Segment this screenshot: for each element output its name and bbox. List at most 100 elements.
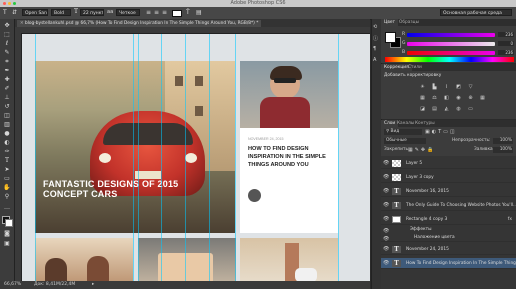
visibility-eye-icon[interactable]: 👁	[383, 217, 389, 222]
channel-mixer-icon[interactable]: ⊕	[467, 95, 474, 101]
vibrance-icon[interactable]: ▽	[467, 84, 474, 90]
exposure-icon[interactable]: ◩	[455, 84, 462, 90]
brush-tool-icon[interactable]: ✐	[3, 86, 11, 92]
eraser-tool-icon[interactable]: ◫	[3, 113, 11, 119]
zoom-level[interactable]: 66,67%	[4, 281, 21, 289]
document-canvas[interactable]: FANTASTIC DESIGNS OF 2015 CONCEPT CARS N…	[22, 34, 370, 281]
layer-filter-icons[interactable]: ▣◐T▭◫	[425, 129, 457, 135]
card-flowers[interactable]	[138, 238, 236, 281]
layer-row[interactable]: 👁 Layer 5	[381, 158, 516, 169]
visibility-eye-icon[interactable]: 👁	[383, 247, 389, 252]
tab-paths[interactable]: Контуры	[412, 120, 438, 127]
type-tool-icon[interactable]: T	[3, 9, 7, 16]
workspace-select[interactable]: Основная рабочая среда	[440, 9, 512, 16]
visibility-eye-icon[interactable]: 👁	[383, 203, 389, 208]
guide-line[interactable]	[138, 34, 139, 281]
guide-line[interactable]	[235, 34, 236, 281]
guide-line[interactable]	[133, 34, 134, 281]
blend-mode-select[interactable]: Обычные	[384, 138, 426, 144]
pen-tool-icon[interactable]: ✑	[3, 149, 11, 155]
card-concept-cars[interactable]: FANTASTIC DESIGNS OF 2015 CONCEPT CARS	[35, 61, 235, 233]
green-slider[interactable]	[407, 42, 495, 46]
visibility-eye-icon[interactable]: 👁	[383, 237, 389, 242]
visibility-eye-icon[interactable]: 👁	[383, 175, 389, 180]
history-panel-icon[interactable]: ⟲	[373, 24, 377, 30]
card-town[interactable]	[240, 238, 338, 281]
green-value-field[interactable]: 0	[498, 41, 514, 46]
fx-icon[interactable]: fx	[508, 217, 512, 222]
align-right-icon[interactable]: ≡	[162, 9, 167, 16]
invert-icon[interactable]: ◪	[419, 106, 426, 112]
layer-row[interactable]: 👁 T November 24, 2015	[381, 244, 516, 255]
guide-line[interactable]	[185, 34, 186, 281]
eyedropper-tool-icon[interactable]: ✒	[3, 68, 11, 74]
color-spectrum-bar[interactable]	[385, 57, 514, 62]
paragraph-panel-icon[interactable]: ¶	[373, 46, 376, 52]
threshold-icon[interactable]: ◭	[443, 106, 450, 112]
gradient-tool-icon[interactable]: ▥	[3, 122, 11, 128]
black-white-icon[interactable]: ◧	[443, 95, 450, 101]
card-article[interactable]: NOVEMBER 24, 2015 HOW TO FIND DESIGN INS…	[240, 61, 338, 233]
align-center-icon[interactable]: ≡	[154, 9, 159, 16]
color-balance-icon[interactable]: ⚖	[431, 95, 438, 101]
curves-icon[interactable]: ⌇	[443, 84, 450, 90]
lasso-tool-icon[interactable]: ℓ	[3, 41, 11, 47]
blue-value-field[interactable]: 236	[498, 50, 514, 55]
levels-icon[interactable]: ▙	[431, 84, 438, 90]
quick-mask-icon[interactable]: ◙	[3, 231, 11, 237]
brightness-contrast-icon[interactable]: ☀	[419, 84, 426, 90]
history-brush-tool-icon[interactable]: ↺	[3, 104, 11, 110]
font-family-select[interactable]: Open Sans	[22, 9, 48, 16]
screen-mode-icon[interactable]: ▣	[3, 241, 11, 247]
posterize-icon[interactable]: ▤	[431, 106, 438, 112]
status-menu-arrow-icon[interactable]: ▸	[92, 281, 94, 289]
layer-row[interactable]: 👁 T The Only Guide To Choosing Website P…	[381, 200, 516, 211]
minimize-window-button[interactable]	[8, 2, 11, 5]
guide-line[interactable]	[338, 34, 339, 281]
hue-saturation-icon[interactable]: ▦	[419, 95, 426, 101]
gradient-map-icon[interactable]: ▭	[467, 106, 474, 112]
more-tools-icon[interactable]: …	[3, 205, 11, 211]
align-left-icon[interactable]: ≡	[146, 9, 151, 16]
path-selection-tool-icon[interactable]: ➤	[3, 167, 11, 173]
clone-stamp-tool-icon[interactable]: ⊥	[3, 95, 11, 101]
document-tab[interactable]: ✕ blog-bystellankuhl.psd @ 66,7% (How To…	[17, 20, 262, 27]
properties-panel-icon[interactable]: ⓘ	[373, 35, 378, 42]
character-panel-icon[interactable]: A	[373, 57, 376, 63]
character-panel-icon[interactable]: ▤	[196, 9, 202, 16]
selective-color-icon[interactable]: ◍	[455, 106, 462, 112]
layer-row[interactable]: 👁 Layer 3 copy	[381, 172, 516, 183]
foreground-color-swatch[interactable]	[385, 32, 396, 43]
visibility-eye-icon[interactable]: 👁	[383, 189, 389, 194]
font-style-select[interactable]: Bold	[51, 9, 71, 16]
blur-tool-icon[interactable]: ●	[3, 131, 11, 137]
fill-field[interactable]: 100%	[493, 147, 513, 153]
visibility-eye-icon[interactable]: 👁	[383, 161, 389, 166]
red-value-field[interactable]: 236	[498, 32, 514, 37]
dodge-tool-icon[interactable]: ◐	[3, 140, 11, 146]
layer-kind-filter[interactable]: ⚲ Вид	[384, 129, 422, 135]
effect-row[interactable]: 👁 Наложение цвета	[381, 234, 516, 242]
warp-text-icon[interactable]: Ť	[186, 9, 190, 16]
crop-tool-icon[interactable]: ⌗	[3, 59, 11, 65]
text-color-swatch[interactable]	[172, 10, 182, 17]
tab-styles[interactable]: Стили	[405, 64, 425, 71]
visibility-eye-icon[interactable]: 👁	[383, 261, 389, 266]
guide-line[interactable]	[209, 34, 210, 281]
opacity-field[interactable]: 100%	[493, 138, 513, 144]
font-size-select[interactable]: 22 пункт.	[80, 9, 104, 16]
background-color-swatch[interactable]	[5, 219, 13, 227]
effects-row[interactable]: 👁 Эффекты	[381, 226, 516, 234]
text-orientation-icon[interactable]: ⇵	[12, 9, 17, 16]
zoom-tool-icon[interactable]: ⚲	[3, 194, 11, 200]
guide-line[interactable]	[35, 34, 36, 281]
antialias-select[interactable]: Четкое	[116, 9, 140, 16]
hand-tool-icon[interactable]: ✋	[3, 185, 11, 191]
move-tool-icon[interactable]: ✥	[3, 23, 11, 29]
layer-row-selected[interactable]: 👁 T How To Find Design Inspiration In Th…	[381, 258, 516, 269]
blue-slider[interactable]	[407, 51, 495, 55]
rectangle-tool-icon[interactable]: ▭	[3, 176, 11, 182]
marquee-tool-icon[interactable]: ⬚	[3, 32, 11, 38]
zoom-window-button[interactable]	[13, 2, 16, 5]
red-slider[interactable]	[407, 33, 495, 37]
